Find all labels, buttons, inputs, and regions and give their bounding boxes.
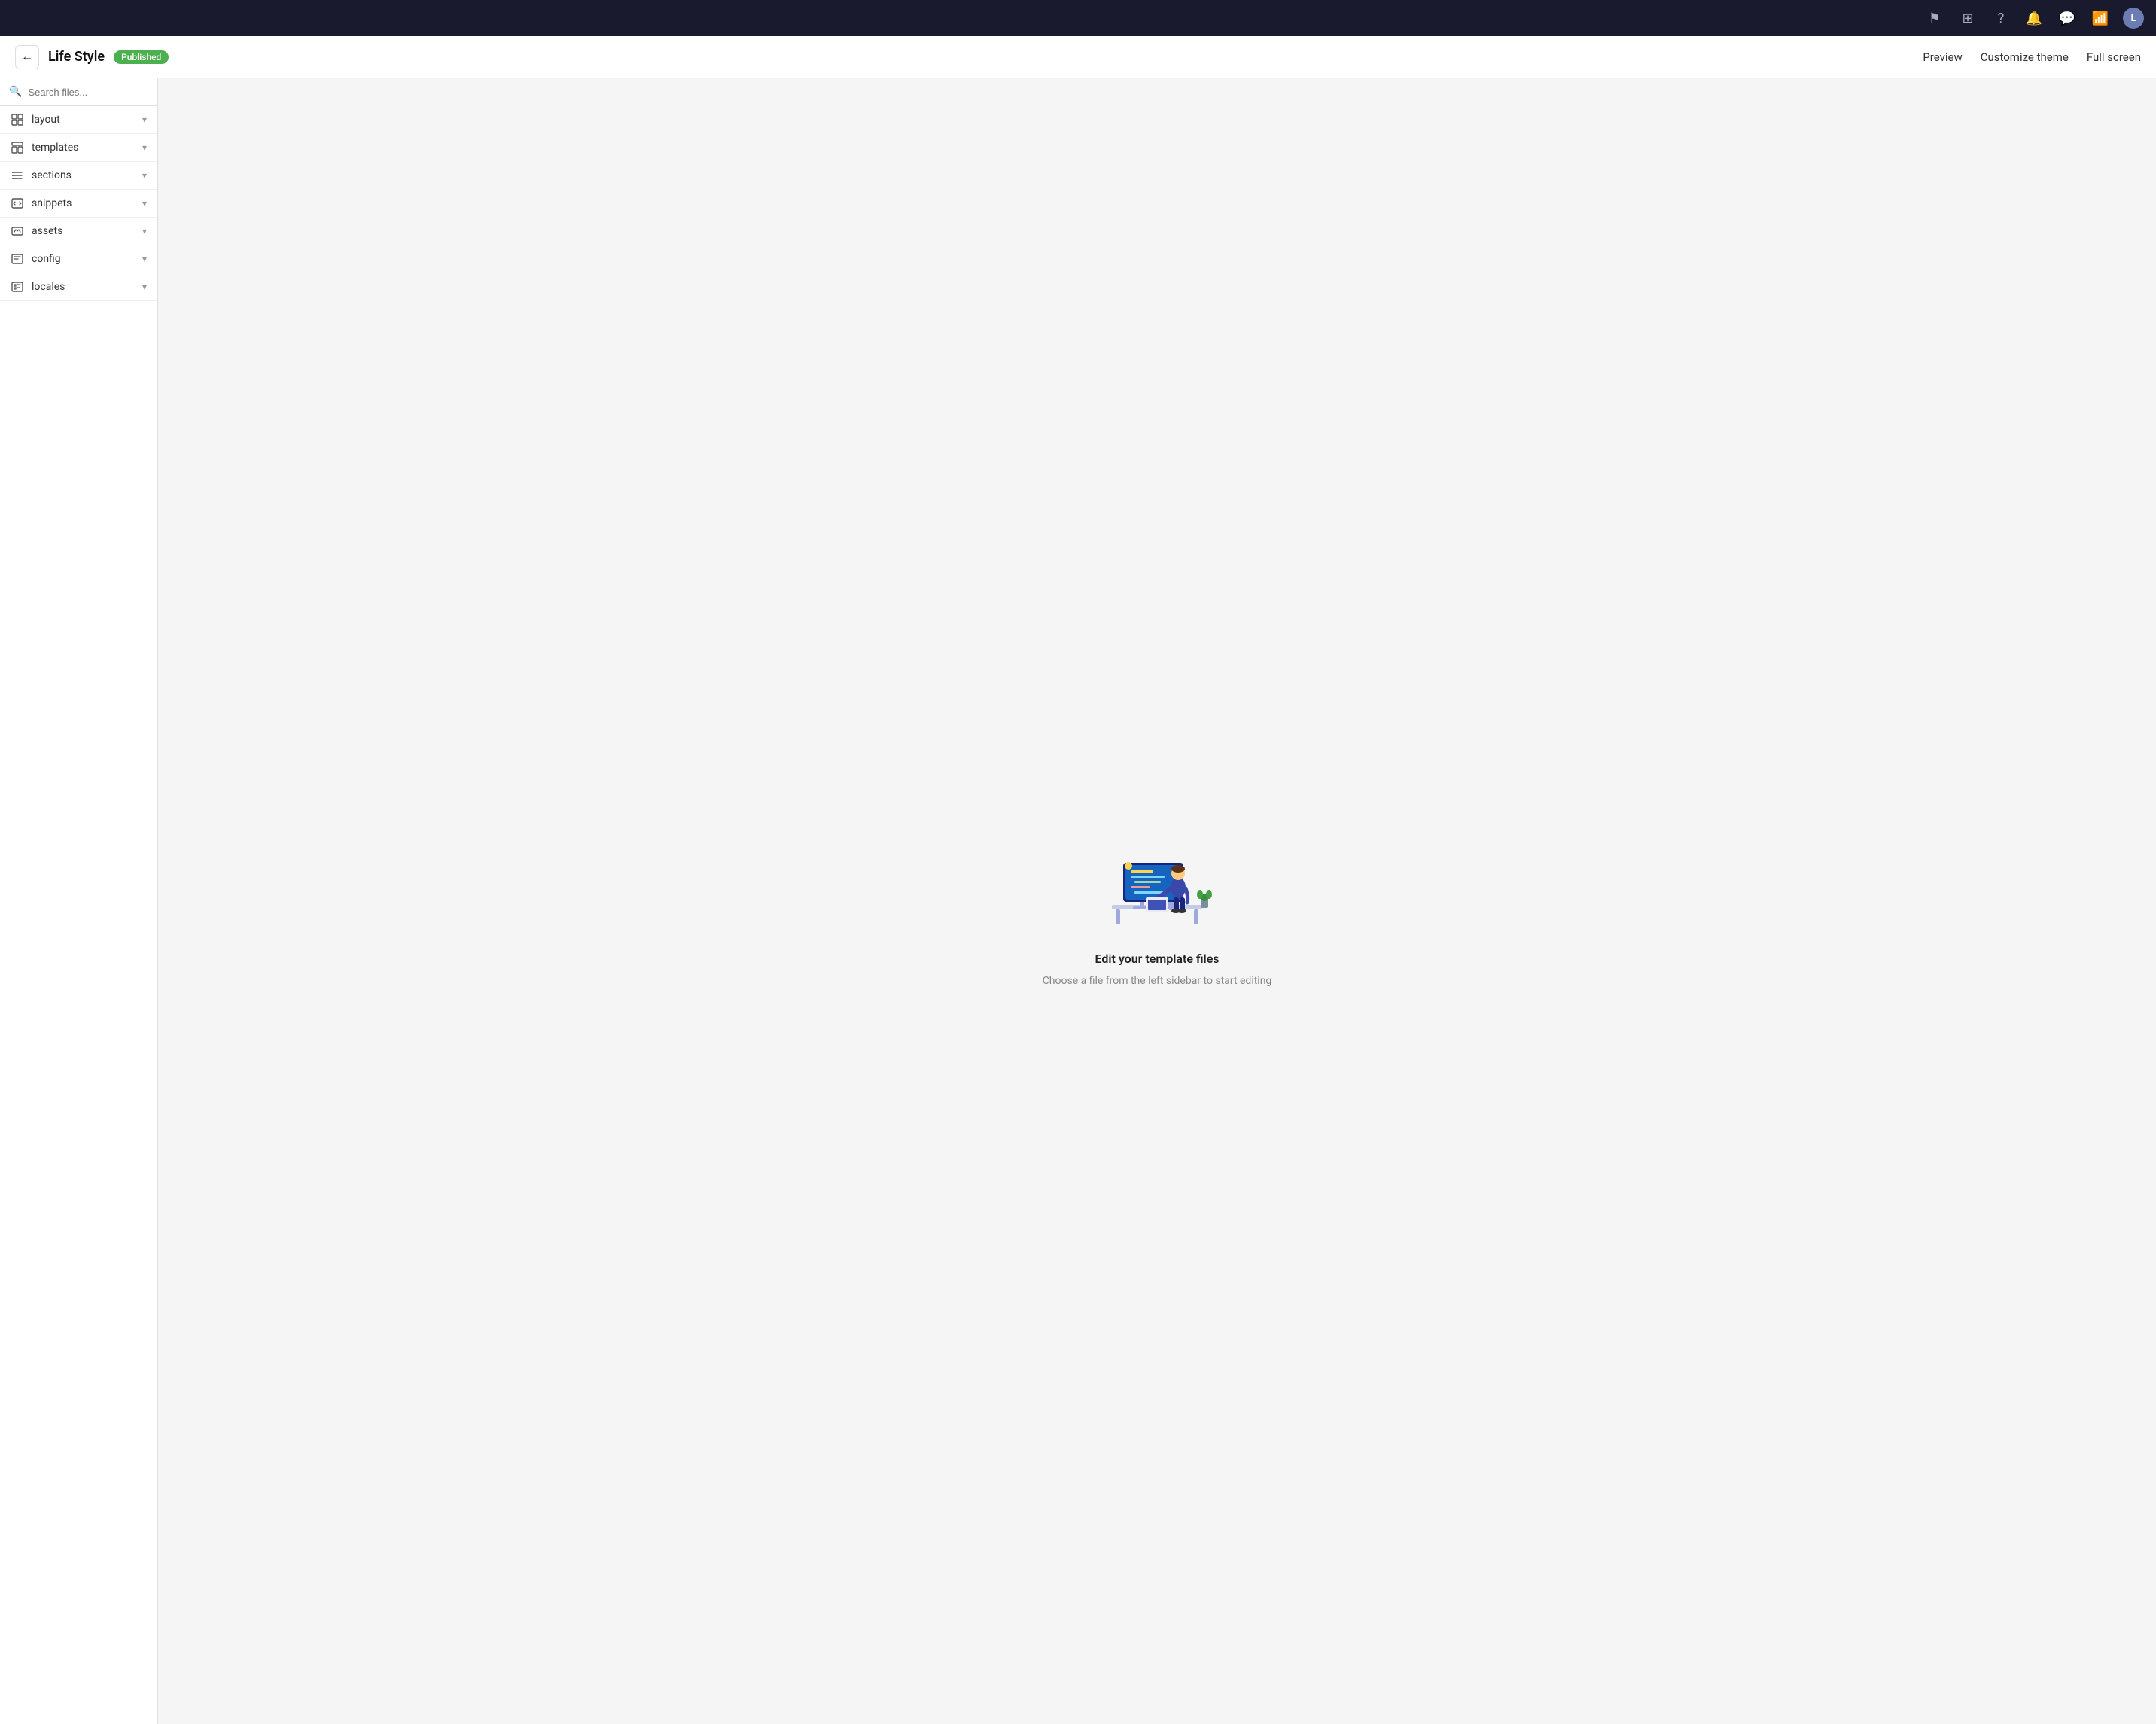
avatar[interactable]: L — [2123, 8, 2144, 29]
sidebar-item-layout-label: layout — [32, 114, 60, 126]
chat-icon[interactable]: 💬 — [2057, 8, 2078, 29]
search-input[interactable] — [28, 87, 148, 98]
sidebar-item-sections[interactable]: sections ▾ — [0, 162, 157, 190]
top-navbar: ⚑ ⊞ ? 🔔 💬 📶 L — [0, 0, 2156, 36]
search-box[interactable]: 🔍 — [0, 78, 157, 106]
sidebar-item-snippets[interactable]: snippets ▾ — [0, 190, 157, 218]
sidebar-item-locales[interactable]: locales ▾ — [0, 273, 157, 301]
empty-state-subtitle: Choose a file from the left sidebar to s… — [1043, 975, 1272, 987]
locales-icon — [11, 281, 24, 293]
chevron-down-icon: ▾ — [142, 254, 147, 264]
chevron-down-icon: ▾ — [142, 226, 147, 236]
bell-icon[interactable]: 🔔 — [2024, 8, 2045, 29]
help-icon[interactable]: ? — [1990, 8, 2011, 29]
preview-button[interactable]: Preview — [1923, 50, 1962, 64]
published-badge: Published — [114, 50, 169, 64]
snippets-icon — [11, 197, 24, 209]
illustration — [1089, 816, 1225, 937]
content-area: Edit your template files Choose a file f… — [158, 78, 2156, 1724]
layout-icon — [11, 114, 24, 126]
sidebar-item-layout[interactable]: layout ▾ — [0, 106, 157, 134]
header-right: Preview Customize theme Full screen — [1923, 50, 2141, 64]
chevron-down-icon: ▾ — [142, 114, 147, 125]
sidebar-item-sections-label: sections — [32, 169, 72, 181]
templates-icon — [11, 142, 24, 154]
sidebar-item-config-label: config — [32, 253, 61, 265]
store-icon[interactable]: ⊞ — [1957, 8, 1978, 29]
sidebar-item-snippets-label: snippets — [32, 197, 72, 209]
sidebar-item-assets-label: assets — [32, 225, 62, 237]
page-title: Life Style — [48, 49, 105, 65]
chevron-down-icon: ▾ — [142, 170, 147, 181]
customize-theme-button[interactable]: Customize theme — [1981, 50, 2069, 64]
chevron-down-icon: ▾ — [142, 198, 147, 209]
header: ← Life Style Published Preview Customize… — [0, 36, 2156, 78]
flag-icon[interactable]: ⚑ — [1924, 8, 1945, 29]
sidebar-item-locales-label: locales — [32, 281, 65, 293]
main-area: 🔍 layout ▾ — [0, 78, 2156, 1724]
sidebar-item-assets[interactable]: assets ▾ — [0, 218, 157, 245]
config-icon — [11, 253, 24, 265]
empty-state: Edit your template files Choose a file f… — [1043, 816, 1272, 987]
chevron-down-icon: ▾ — [142, 142, 147, 153]
empty-state-title: Edit your template files — [1095, 952, 1219, 966]
sidebar-item-templates-label: templates — [32, 142, 78, 154]
header-left: ← Life Style Published — [15, 45, 1923, 69]
full-screen-button[interactable]: Full screen — [2087, 50, 2141, 64]
sidebar: 🔍 layout ▾ — [0, 78, 158, 1724]
back-button[interactable]: ← — [15, 45, 39, 69]
sections-icon — [11, 169, 24, 181]
assets-icon — [11, 225, 24, 237]
wifi-icon[interactable]: 📶 — [2090, 8, 2111, 29]
search-icon: 🔍 — [9, 86, 22, 98]
sidebar-item-config[interactable]: config ▾ — [0, 245, 157, 273]
chevron-down-icon: ▾ — [142, 282, 147, 292]
sidebar-item-templates[interactable]: templates ▾ — [0, 134, 157, 162]
